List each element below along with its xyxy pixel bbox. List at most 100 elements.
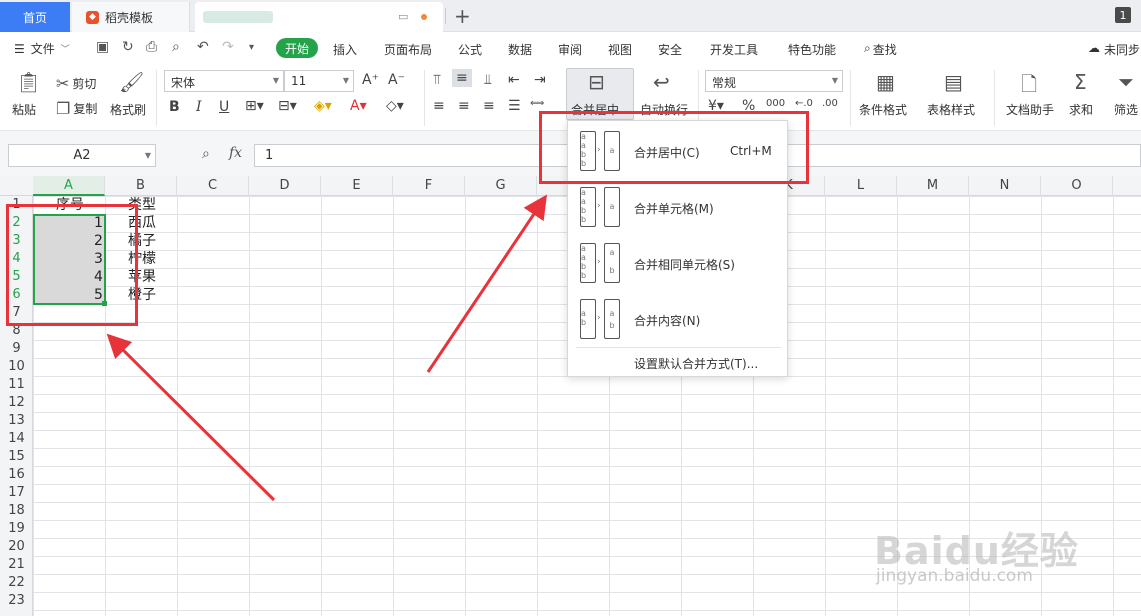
save-icon[interactable]: ▣ [96,39,109,55]
font-size-select[interactable]: 11 ▼ [284,70,354,92]
clear-format-icon[interactable]: ◇▾ [386,98,404,114]
menu-page-layout[interactable]: 页面布局 [384,41,432,58]
format-painter-icon[interactable]: 🖌︎ [119,70,144,94]
increase-decimal-icon[interactable]: ←.0 [795,98,813,109]
print-preview-icon[interactable]: ⌕ [172,39,180,55]
menu-insert[interactable]: 插入 [333,41,357,58]
menu-start-tab[interactable]: 开始 [276,38,318,58]
paste-icon[interactable]: 📋︎ [16,70,41,94]
cloud-sync-status[interactable]: ☁ 未同步 [1088,41,1140,58]
number-format-select[interactable]: 常规 ▼ [705,70,843,92]
menu-data[interactable]: 数据 [508,41,532,58]
align-center-icon[interactable]: ≡ [458,98,470,114]
column-header-A[interactable]: A [33,176,105,196]
row-header-18[interactable]: 18 [0,502,33,520]
align-bottom-icon[interactable]: ⫫ [484,72,492,88]
align-top-icon[interactable]: ⫪ [433,72,441,88]
row-header-11[interactable]: 11 [0,376,33,394]
new-tab-plus-icon[interactable]: + [454,4,471,28]
column-header-N[interactable]: N [969,176,1041,196]
font-color-icon[interactable]: A▾ [350,98,367,114]
column-header-F[interactable]: F [393,176,465,196]
search-box[interactable]: ⌕ 查找 [864,41,897,58]
column-header-B[interactable]: B [105,176,177,196]
menu-developer[interactable]: 开发工具 [710,41,758,58]
quick-access-more-icon[interactable]: ▾ [249,42,254,53]
column-header-G[interactable]: G [465,176,537,196]
row-header-17[interactable]: 17 [0,484,33,502]
row-header-14[interactable]: 14 [0,430,33,448]
bold-icon[interactable]: B [169,99,180,115]
sum-icon[interactable]: Σ [1074,70,1087,94]
column-header-O[interactable]: O [1041,176,1113,196]
doc-assistant-button[interactable]: 文档助手 [1006,101,1054,118]
menu-special-features[interactable]: 特色功能 [788,41,836,58]
file-menu[interactable]: ☰ 文件 ﹀ [14,40,70,57]
decrease-indent-icon[interactable]: ⇤ [508,72,520,88]
align-right-icon[interactable]: ≡ [483,98,495,114]
table-style-icon[interactable]: ▤ [944,70,963,94]
decrease-decimal-icon[interactable]: .00 [822,98,838,109]
menu-view[interactable]: 视图 [608,41,632,58]
export-icon[interactable]: ↻ [122,39,134,55]
copy-button[interactable]: ❐ 复制 [56,99,97,118]
merge-same-cells-menu-item[interactable]: a a b b › a b 合并相同单元格(S) [568,235,787,291]
tab-templates[interactable]: ◆ 稻壳模板 [72,2,190,32]
increase-indent-icon[interactable]: ⇥ [534,72,546,88]
thousands-separator-icon[interactable]: 000 [766,98,785,109]
fill-color-icon[interactable]: ◈▾ [314,98,332,114]
row-header-21[interactable]: 21 [0,556,33,574]
print-icon[interactable]: ⎙ [146,39,157,55]
row-header-19[interactable]: 19 [0,520,33,538]
column-header-E[interactable]: E [321,176,393,196]
sum-button[interactable]: 求和 [1069,101,1093,118]
zoom-lookup-icon[interactable]: ⌕ [202,146,210,162]
underline-icon[interactable]: U [219,99,229,115]
align-left-icon[interactable]: ≡ [433,98,445,114]
monitor-icon[interactable]: ▭ [398,10,408,23]
justify-icon[interactable]: ☰ [508,98,521,114]
doc-assistant-icon[interactable]: 🗋︎ [1021,70,1037,104]
align-middle-icon[interactable]: ≡ [452,69,472,87]
row-header-23[interactable]: 23 [0,592,33,610]
format-painter-button[interactable]: 格式刷 [110,101,146,118]
row-header-22[interactable]: 22 [0,574,33,592]
conditional-format-icon[interactable]: ▦ [876,70,895,94]
row-header-15[interactable]: 15 [0,448,33,466]
row-header-16[interactable]: 16 [0,466,33,484]
column-header-C[interactable]: C [177,176,249,196]
italic-icon[interactable]: I [196,99,202,115]
fill-pattern-icon[interactable]: ⊟▾ [278,98,297,114]
merge-content-menu-item[interactable]: a b › a b 合并内容(N) [568,291,787,347]
row-header-12[interactable]: 12 [0,394,33,412]
cut-button[interactable]: ✂ 剪切 [56,74,96,93]
set-default-merge-menu-item[interactable]: 设置默认合并方式(T)... [634,355,758,372]
table-style-button[interactable]: 表格样式 [927,101,975,118]
borders-icon[interactable]: ⊞▾ [245,98,264,114]
font-name-select[interactable]: 宋体 ▼ [164,70,284,92]
undo-icon[interactable]: ↶ [197,39,209,55]
row-header-10[interactable]: 10 [0,358,33,376]
filter-button[interactable]: 筛选 [1114,101,1138,118]
row-header-13[interactable]: 13 [0,412,33,430]
decrease-font-icon[interactable]: A⁻ [388,72,405,88]
menu-formulas[interactable]: 公式 [458,41,482,58]
row-header-9[interactable]: 9 [0,340,33,358]
paste-button[interactable]: 粘贴 [12,101,36,118]
merge-cells-menu-item[interactable]: a a b b › a 合并单元格(M) [568,179,787,235]
insert-function-icon[interactable]: fx [229,145,242,161]
row-header-20[interactable]: 20 [0,538,33,556]
tab-document[interactable]: ▭ [195,2,443,32]
wrap-text-icon[interactable]: ↩ [653,70,670,94]
column-header-L[interactable]: L [825,176,897,196]
increase-font-icon[interactable]: A⁺ [362,72,379,88]
column-header-D[interactable]: D [249,176,321,196]
column-header-M[interactable]: M [897,176,969,196]
conditional-format-button[interactable]: 条件格式 [859,101,907,118]
tab-home[interactable]: 首页 [0,2,70,32]
window-count-badge[interactable]: 1 [1115,7,1131,23]
menu-security[interactable]: 安全 [658,41,682,58]
distributed-icon[interactable]: ⟺ [530,98,544,109]
filter-icon[interactable]: ⏷ [1118,70,1134,94]
menu-review[interactable]: 审阅 [558,41,582,58]
